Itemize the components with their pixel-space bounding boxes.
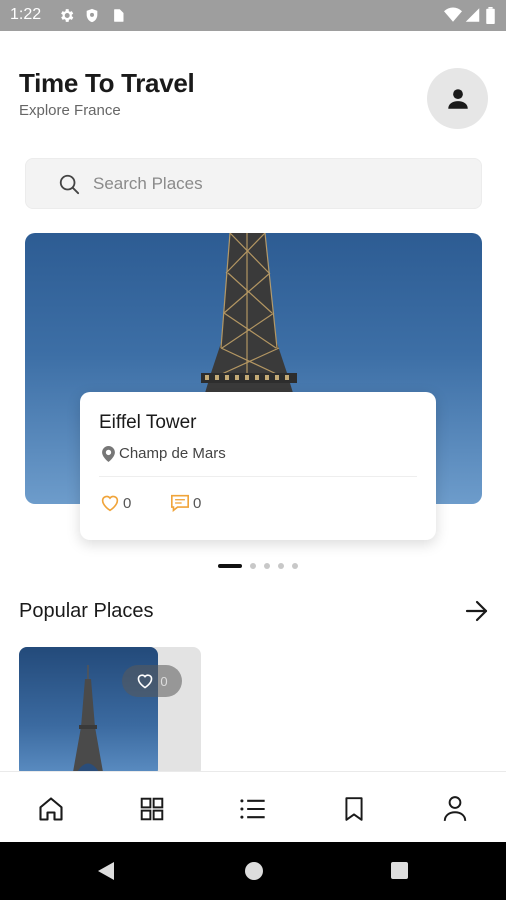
profile-avatar-button[interactable] bbox=[427, 68, 488, 129]
carousel-dot[interactable] bbox=[292, 563, 298, 569]
nav-list[interactable] bbox=[238, 794, 268, 824]
search-bar[interactable] bbox=[25, 158, 482, 209]
location-pin-icon bbox=[102, 445, 115, 462]
list-icon bbox=[240, 799, 265, 819]
recents-square-icon[interactable] bbox=[390, 861, 409, 880]
like-button[interactable]: 0 bbox=[100, 494, 131, 512]
nav-categories[interactable] bbox=[137, 794, 167, 824]
app-subtitle: Explore France bbox=[19, 102, 121, 119]
carousel-dot-active[interactable] bbox=[218, 564, 242, 568]
status-time: 1:22 bbox=[10, 6, 42, 23]
sim-card-icon bbox=[114, 9, 124, 22]
place-location: Champ de Mars bbox=[102, 445, 226, 462]
heart-icon bbox=[101, 495, 119, 512]
carousel-dot[interactable] bbox=[250, 563, 256, 569]
place-title: Eiffel Tower bbox=[99, 412, 197, 433]
comment-count: 0 bbox=[193, 494, 202, 512]
app-title: Time To Travel bbox=[19, 68, 195, 98]
place-location-text: Champ de Mars bbox=[119, 445, 226, 462]
like-count: 0 bbox=[123, 494, 132, 512]
status-bar: 1:22 bbox=[0, 0, 506, 31]
carousel-dot[interactable] bbox=[278, 563, 284, 569]
home-circle-icon[interactable] bbox=[244, 861, 264, 881]
wifi-icon bbox=[444, 7, 462, 22]
carousel-indicator bbox=[218, 563, 298, 569]
card-divider bbox=[99, 476, 417, 477]
grid-icon bbox=[140, 797, 164, 821]
featured-place-card[interactable]: Eiffel Tower Champ de Mars 0 0 bbox=[80, 392, 436, 540]
search-icon bbox=[59, 174, 80, 195]
comment-button[interactable]: 0 bbox=[170, 494, 201, 512]
nav-profile[interactable] bbox=[440, 794, 470, 824]
bookmark-icon bbox=[345, 797, 363, 821]
signal-icon bbox=[465, 8, 480, 22]
shield-icon bbox=[86, 8, 98, 23]
profile-icon bbox=[443, 796, 467, 821]
comment-icon bbox=[171, 494, 189, 512]
search-input[interactable] bbox=[93, 171, 453, 197]
gear-icon bbox=[61, 9, 74, 22]
popular-like-button[interactable]: 0 bbox=[122, 665, 182, 697]
nav-bookmarks[interactable] bbox=[339, 794, 369, 824]
arrow-right-icon[interactable] bbox=[465, 600, 489, 622]
nav-home[interactable] bbox=[36, 794, 66, 824]
bottom-navigation bbox=[0, 771, 506, 842]
heart-icon bbox=[138, 674, 153, 689]
battery-icon bbox=[486, 7, 495, 24]
back-triangle-icon[interactable] bbox=[97, 861, 115, 881]
person-icon bbox=[447, 88, 468, 109]
popular-places-title: Popular Places bbox=[19, 600, 154, 622]
system-navigation-bar bbox=[0, 842, 506, 900]
home-icon bbox=[39, 797, 63, 821]
popular-like-count: 0 bbox=[160, 673, 168, 689]
carousel-dot[interactable] bbox=[264, 563, 270, 569]
